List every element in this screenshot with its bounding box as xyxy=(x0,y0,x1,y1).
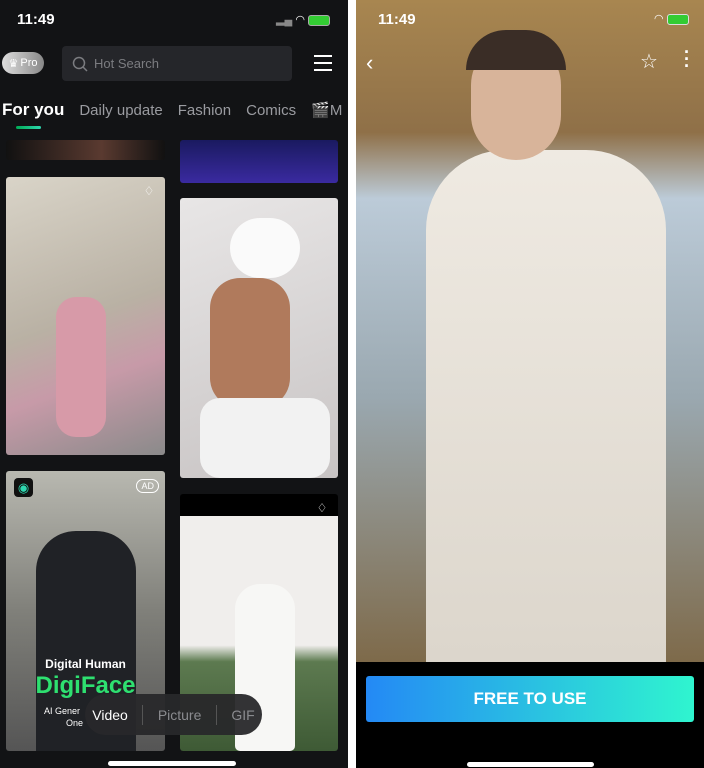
star-icon[interactable]: ☆ xyxy=(640,49,658,74)
feed-card[interactable] xyxy=(180,140,338,183)
active-tab-indicator xyxy=(16,126,41,129)
wifi-icon: ◠ xyxy=(654,13,664,25)
pro-label: Pro xyxy=(20,57,38,69)
more-icon[interactable]: · · · xyxy=(684,43,690,75)
feed-card[interactable]: ♢ xyxy=(6,177,165,455)
divider xyxy=(142,704,144,725)
app-logo-icon: ◉ xyxy=(14,478,33,497)
ad-subtitle: Digital Human xyxy=(45,657,126,671)
feed-card[interactable] xyxy=(180,198,338,478)
detail-screen: 11:49 ◠ ‹ ☆ · · · FREE TO USE xyxy=(356,0,704,768)
menu-icon[interactable] xyxy=(314,55,332,71)
search-icon xyxy=(72,56,88,72)
battery-icon xyxy=(666,13,689,25)
status-time: 11:49 xyxy=(378,11,416,28)
filter-gif[interactable]: GIF xyxy=(231,707,254,723)
wifi-icon: ◠ xyxy=(295,14,305,26)
status-icons: ◠ xyxy=(654,12,689,25)
status-time: 11:49 xyxy=(17,11,55,28)
search-placeholder: Hot Search xyxy=(94,56,160,71)
filter-video[interactable]: Video xyxy=(92,707,128,723)
back-icon[interactable]: ‹ xyxy=(366,50,373,76)
tab-daily-update[interactable]: Daily update xyxy=(79,102,162,119)
home-indicator xyxy=(467,762,594,767)
card-image xyxy=(230,218,300,278)
clapper-icon: 🎬 xyxy=(311,102,330,119)
battery-icon xyxy=(308,14,330,26)
home-indicator xyxy=(108,761,236,766)
diamond-icon[interactable]: ♢ xyxy=(141,184,157,198)
category-tabs: For you Daily update Fashion Comics 🎬M xyxy=(2,100,342,120)
feed-screen: 11:49 ▂▄ ◠ ♛ Pro Hot Search For you Dail… xyxy=(0,0,348,768)
ad-tagline: AI Gener xyxy=(44,706,81,716)
signal-icon: ▂▄ xyxy=(276,14,293,26)
feed-card[interactable] xyxy=(6,140,165,160)
ad-badge: AD xyxy=(136,479,159,493)
media-type-filter: Video Picture GIF xyxy=(85,694,262,735)
tab-more[interactable]: 🎬M xyxy=(311,101,342,119)
divider xyxy=(215,704,217,725)
filter-picture[interactable]: Picture xyxy=(158,707,202,723)
tab-fashion[interactable]: Fashion xyxy=(178,102,231,119)
crown-icon: ♛ xyxy=(8,57,19,70)
tab-for-you[interactable]: For you xyxy=(2,100,64,120)
card-image xyxy=(56,297,106,437)
preview-image xyxy=(356,0,704,662)
status-icons: ▂▄ ◠ xyxy=(276,13,330,26)
free-to-use-button[interactable]: FREE TO USE xyxy=(366,676,694,722)
search-input[interactable]: Hot Search xyxy=(62,46,292,81)
diamond-icon[interactable]: ♢ xyxy=(314,501,330,515)
ad-tagline: One xyxy=(66,718,84,728)
tab-comics[interactable]: Comics xyxy=(246,102,296,119)
pro-badge[interactable]: ♛ Pro xyxy=(2,52,44,74)
